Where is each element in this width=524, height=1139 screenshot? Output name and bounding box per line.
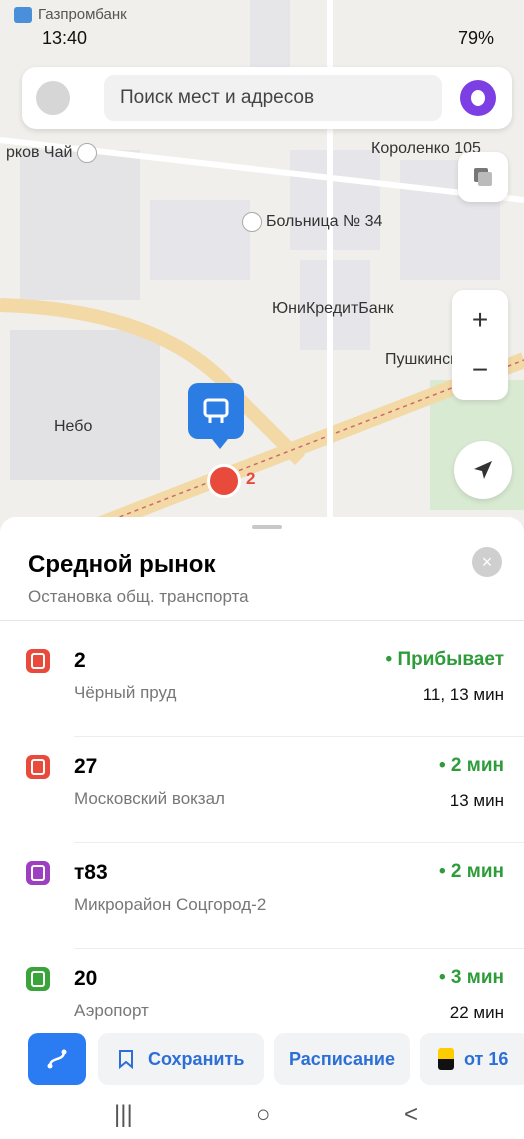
cafe-icon (76, 143, 97, 163)
map-label-bank-text: ЮниКредитБанк (272, 300, 394, 317)
navigation-arrow-icon (474, 461, 492, 479)
taxi-icon (438, 1048, 454, 1070)
route-icon (47, 1049, 67, 1069)
bookmark-icon (119, 1050, 133, 1069)
schedule-label: Расписание (289, 1048, 395, 1069)
map-label-hospital-text: Больница № 34 (266, 213, 383, 231)
alice-assistant-icon[interactable] (460, 80, 496, 116)
map-label-bank[interactable]: ЮниКредитБанк (272, 300, 394, 318)
map-label-tea-text: рков Чай (6, 144, 73, 162)
zoom-controls: + − (452, 290, 508, 400)
route-status: • 2 мин (439, 755, 504, 776)
route-destination: Аэропорт (74, 1001, 149, 1020)
search-bar[interactable]: Поиск мест и адресов (22, 67, 512, 129)
route-button[interactable] (28, 1033, 86, 1085)
stop-title: Средной рынок (28, 551, 216, 578)
search-placeholder: Поиск мест и адресов (120, 87, 315, 108)
save-button[interactable]: Сохранить (98, 1033, 264, 1085)
battery-text: 79% (457, 28, 494, 48)
notification-bank: Газпромбанк (14, 6, 127, 23)
route-status: • 2 мин (439, 861, 504, 882)
route-row[interactable]: 2 Чёрный пруд • Прибывает 11, 13 мин (0, 631, 524, 737)
home-button[interactable]: ○ (256, 1101, 271, 1129)
route-number: т83 (74, 861, 108, 884)
route-row[interactable]: т83 Микрорайон Соцгород-2 • 2 мин (0, 843, 524, 949)
layers-button[interactable] (458, 152, 508, 202)
system-nav-bar: ||| ○ < (0, 1093, 524, 1139)
route-number: 20 (74, 967, 98, 990)
taxi-button[interactable]: от 16 (420, 1033, 524, 1085)
battery-indicator: 79% (458, 28, 494, 49)
stop-subtitle: Остановка общ. транспорта (28, 587, 249, 606)
trolleybus-icon (26, 861, 50, 885)
route-times: 22 мин (449, 1003, 504, 1022)
back-button[interactable]: < (404, 1101, 418, 1129)
avatar[interactable] (36, 81, 70, 115)
map-label-nebo-text: Небо (54, 418, 93, 435)
selected-stop-pin[interactable] (188, 383, 244, 449)
status-bar: Газпромбанк 13:40 79% (0, 0, 524, 60)
bus-stop-icon (203, 398, 229, 423)
route-number: 27 (74, 755, 98, 778)
tram-marker-label: 2 (246, 469, 256, 488)
close-button[interactable]: × (472, 547, 502, 577)
taxi-label: от 16 (464, 1048, 509, 1069)
route-times: 11, 13 мин (422, 685, 504, 704)
bank-app-icon (14, 6, 32, 23)
layers-icon (474, 168, 492, 186)
zoom-out-button[interactable]: − (472, 345, 488, 395)
recents-button[interactable]: ||| (114, 1101, 133, 1129)
route-destination: Микрорайон Соцгород-2 (74, 895, 267, 914)
save-label: Сохранить (148, 1048, 245, 1069)
tram-marker-icon[interactable] (207, 464, 241, 498)
locate-button[interactable] (454, 441, 512, 499)
map-label-hospital[interactable]: Больница № 34 (242, 212, 382, 232)
route-number: 2 (74, 649, 86, 672)
tram-icon (26, 649, 50, 673)
bus-icon (26, 967, 50, 991)
route-status: • 3 мин (439, 967, 504, 988)
map-label-nebo[interactable]: Небо (54, 418, 92, 436)
action-bar: Сохранить Расписание от 16 (0, 1031, 524, 1093)
tram-icon (26, 755, 50, 779)
hospital-icon (242, 212, 262, 232)
route-times: 13 мин (449, 791, 504, 810)
clock: 13:40 (42, 28, 87, 49)
route-destination: Московский вокзал (74, 789, 225, 808)
divider (0, 620, 524, 621)
route-destination: Чёрный пруд (74, 683, 177, 702)
clock-text: 13:40 (42, 28, 88, 48)
zoom-in-button[interactable]: + (472, 295, 488, 345)
sheet-handle[interactable] (252, 525, 282, 529)
route-status: • Прибывает (385, 649, 504, 670)
schedule-button[interactable]: Расписание (274, 1033, 410, 1085)
route-row[interactable]: 27 Московский вокзал • 2 мин 13 мин (0, 737, 524, 843)
notification-bank-text: Газпромбанк (38, 6, 127, 23)
map-label-tea[interactable]: рков Чай (6, 143, 101, 163)
